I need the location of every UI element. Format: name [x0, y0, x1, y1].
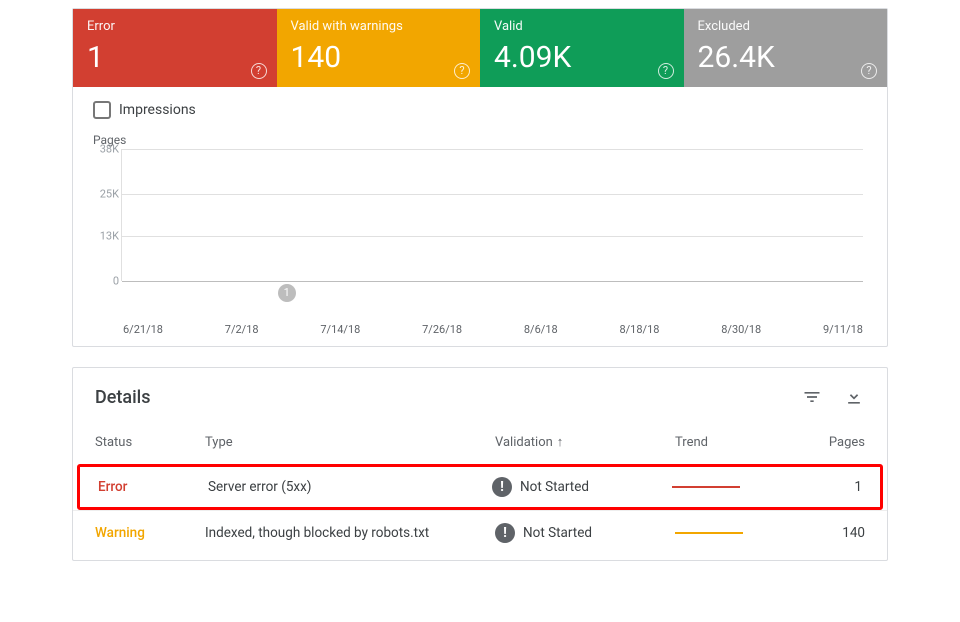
- help-icon[interactable]: ?: [658, 63, 674, 79]
- chart-section: Impressions Pages 013K25K38K1 6/21/187/2…: [73, 87, 887, 346]
- row-pages: 140: [795, 525, 865, 541]
- sort-asc-icon: ↑: [557, 434, 564, 450]
- impressions-label: Impressions: [119, 102, 196, 118]
- x-tick: 6/21/18: [123, 323, 163, 336]
- impressions-toggle-row: Impressions: [93, 101, 867, 119]
- tile-title: Excluded: [698, 19, 874, 34]
- th-trend[interactable]: Trend: [675, 435, 795, 450]
- details-card: Details Status Type Validation ↑ Trend P…: [72, 367, 888, 561]
- validation-status-icon: !: [492, 477, 512, 497]
- th-validation[interactable]: Validation ↑: [495, 434, 675, 450]
- details-table-header: Status Type Validation ↑ Trend Pages: [73, 434, 887, 466]
- th-type[interactable]: Type: [205, 435, 495, 450]
- y-tick: 25K: [94, 188, 119, 201]
- y-tick: 13K: [94, 229, 119, 242]
- y-tick: 0: [94, 275, 119, 288]
- x-tick: 8/30/18: [721, 323, 761, 336]
- tile-value: 26.4K: [698, 40, 874, 75]
- tile-value: 4.09K: [494, 40, 670, 75]
- x-tick: 9/11/18: [823, 323, 863, 336]
- validation-status-icon: !: [495, 523, 515, 543]
- row-status: Warning: [95, 525, 205, 541]
- table-row[interactable]: ErrorServer error (5xx)!Not Started 1: [77, 464, 883, 510]
- tile-value: 140: [291, 40, 467, 75]
- chart-y-axis-title: Pages: [93, 133, 867, 147]
- tile-title: Valid: [494, 19, 670, 34]
- summary-tile-valid[interactable]: Valid 4.09K?: [480, 9, 684, 87]
- x-tick: 8/18/18: [619, 323, 659, 336]
- coverage-chart: 013K25K38K1: [93, 149, 867, 299]
- chart-x-axis: 6/21/18 7/2/18 7/14/18 7/26/18 8/6/18 8/18/18…: [93, 323, 867, 336]
- help-icon[interactable]: ?: [454, 63, 470, 79]
- summary-tiles: Error 1? Valid with warnings 140? Valid 4.09K…: [73, 9, 887, 87]
- details-header: Details: [73, 368, 887, 434]
- x-tick: 7/26/18: [422, 323, 462, 336]
- details-title: Details: [95, 387, 151, 408]
- download-icon[interactable]: [843, 386, 865, 408]
- row-trend: [672, 486, 792, 488]
- row-validation: !Not Started: [492, 477, 672, 497]
- tile-value: 1: [87, 40, 263, 75]
- row-type: Indexed, though blocked by robots.txt: [205, 525, 495, 541]
- x-tick: 7/14/18: [320, 323, 360, 336]
- x-tick: 7/2/18: [225, 323, 259, 336]
- summary-tile-warning[interactable]: Valid with warnings 140?: [277, 9, 481, 87]
- chart-marker[interactable]: 1: [278, 284, 296, 302]
- help-icon[interactable]: ?: [861, 63, 877, 79]
- summary-tile-excluded[interactable]: Excluded 26.4K?: [684, 9, 888, 87]
- x-tick: 8/6/18: [524, 323, 558, 336]
- th-status[interactable]: Status: [95, 435, 205, 450]
- y-tick: 38K: [94, 143, 119, 156]
- table-row[interactable]: WarningIndexed, though blocked by robots…: [73, 510, 887, 554]
- tile-title: Valid with warnings: [291, 19, 467, 34]
- trend-sparkline: [675, 532, 743, 534]
- row-pages: 1: [792, 479, 862, 495]
- filter-icon[interactable]: [801, 386, 823, 408]
- th-pages[interactable]: Pages: [795, 435, 865, 450]
- coverage-summary-card: Error 1? Valid with warnings 140? Valid 4.09K…: [72, 8, 888, 347]
- help-icon[interactable]: ?: [251, 63, 267, 79]
- chart-plot-area: 013K25K38K1: [121, 149, 863, 281]
- trend-sparkline: [672, 486, 740, 488]
- tile-title: Error: [87, 19, 263, 34]
- row-validation: !Not Started: [495, 523, 675, 543]
- row-type: Server error (5xx): [208, 479, 492, 495]
- row-trend: [675, 532, 795, 534]
- row-status: Error: [98, 479, 208, 495]
- impressions-checkbox[interactable]: [93, 101, 111, 119]
- summary-tile-error[interactable]: Error 1?: [73, 9, 277, 87]
